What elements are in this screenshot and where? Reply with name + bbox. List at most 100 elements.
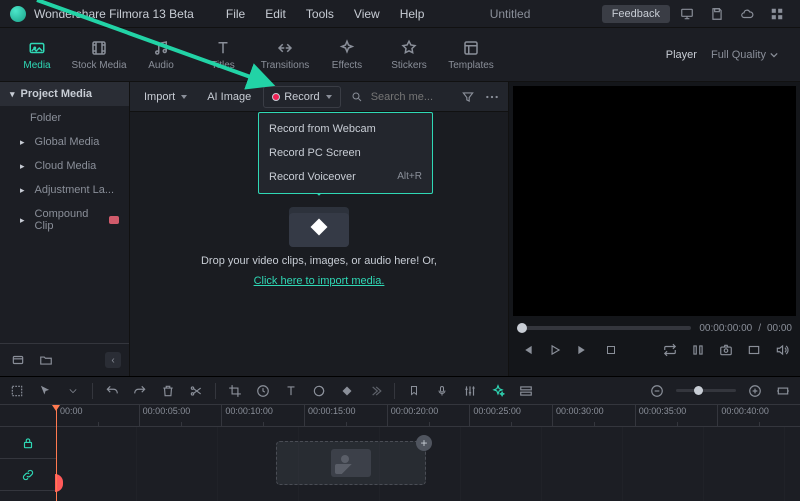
redo-icon[interactable]: [131, 382, 149, 400]
menu-tools[interactable]: Tools: [298, 3, 342, 25]
ai-tool-icon[interactable]: [489, 382, 507, 400]
search-icon: [351, 91, 363, 103]
zoom-in-icon[interactable]: [746, 382, 764, 400]
zoom-handle[interactable]: [694, 386, 703, 395]
mic-icon[interactable]: [433, 382, 451, 400]
crop-icon[interactable]: [226, 382, 244, 400]
display-icon[interactable]: [674, 1, 700, 27]
timeline-drop-target[interactable]: +: [276, 441, 426, 485]
record-screen-item[interactable]: Record PC Screen: [259, 141, 432, 165]
project-media-header[interactable]: ▾ Project Media: [0, 82, 129, 106]
tab-audio[interactable]: Audio: [132, 35, 190, 75]
more-icon[interactable]: [482, 87, 502, 107]
tab-media[interactable]: Media: [8, 35, 66, 75]
save-icon[interactable]: [704, 1, 730, 27]
more-tools-icon[interactable]: [366, 382, 384, 400]
tab-titles[interactable]: Titles: [194, 35, 252, 75]
tab-stock-media[interactable]: Stock Media: [70, 35, 128, 75]
undo-icon[interactable]: [103, 382, 121, 400]
lock-track-icon[interactable]: [0, 427, 56, 459]
track-display-icon[interactable]: [517, 382, 535, 400]
zoom-slider[interactable]: [676, 389, 736, 392]
play-icon[interactable]: [545, 340, 565, 360]
add-clip-icon[interactable]: +: [416, 435, 432, 451]
ai-image-button[interactable]: AI Image: [199, 87, 259, 107]
preview-panel: 00:00:00:00/00:00: [508, 82, 800, 376]
keyframe-icon[interactable]: [338, 382, 356, 400]
menu-bar: Wondershare Filmora 13 Beta File Edit To…: [0, 0, 800, 28]
sparkle-icon: [337, 39, 357, 57]
music-icon: [151, 39, 171, 57]
filter-icon[interactable]: [458, 87, 478, 107]
ruler-tick: 00:00:35:00: [635, 405, 718, 426]
ruler-tick: 00:00:25:00: [469, 405, 552, 426]
delete-icon[interactable]: [159, 382, 177, 400]
menu-help[interactable]: Help: [392, 3, 433, 25]
track-area[interactable]: +: [56, 427, 800, 501]
link-track-icon[interactable]: [0, 459, 56, 491]
record-dropdown: Record from Webcam Record PC Screen Reco…: [258, 112, 433, 194]
ratio-icon[interactable]: [744, 340, 764, 360]
folder-new-icon[interactable]: [36, 350, 56, 370]
import-button[interactable]: Import: [136, 87, 195, 107]
stop-icon[interactable]: [601, 340, 621, 360]
menu-view[interactable]: View: [346, 3, 388, 25]
sidebar-item-cloud[interactable]: ▸Cloud Media: [0, 154, 129, 178]
zoom-out-icon[interactable]: [648, 382, 666, 400]
record-voiceover-item[interactable]: Record VoiceoverAlt+R: [259, 165, 432, 189]
loop-icon[interactable]: [660, 340, 680, 360]
next-frame-icon[interactable]: [573, 340, 593, 360]
snapshot-icon[interactable]: [716, 340, 736, 360]
tab-templates[interactable]: Templates: [442, 35, 500, 75]
preview-canvas[interactable]: [513, 86, 796, 316]
timeline: 00:00 00:00:05:00 00:00:10:00 00:00:15:0…: [0, 376, 800, 501]
ruler-tick: 00:00:05:00: [139, 405, 222, 426]
new-badge: [109, 216, 119, 224]
menu-edit[interactable]: Edit: [257, 3, 294, 25]
scrub-handle[interactable]: [517, 323, 527, 333]
playhead[interactable]: [56, 405, 57, 501]
zoom-fit-icon[interactable]: [774, 382, 792, 400]
import-link[interactable]: Click here to import media.: [254, 275, 385, 287]
speed-icon[interactable]: [254, 382, 272, 400]
prev-frame-icon[interactable]: [517, 340, 537, 360]
color-icon[interactable]: [310, 382, 328, 400]
scrub-bar[interactable]: [517, 326, 691, 330]
tab-stickers[interactable]: Stickers: [380, 35, 438, 75]
marker-icon[interactable]: [405, 382, 423, 400]
cursor-tool-icon[interactable]: [36, 382, 54, 400]
text-tool-icon[interactable]: [282, 382, 300, 400]
tab-transitions[interactable]: Transitions: [256, 35, 314, 75]
sidebar-item-compound[interactable]: ▸Compound Clip: [0, 202, 129, 238]
select-tool-icon[interactable]: [8, 382, 26, 400]
record-button[interactable]: Record: [263, 86, 340, 108]
timeline-ruler[interactable]: 00:00 00:00:05:00 00:00:10:00 00:00:15:0…: [0, 405, 800, 427]
quality-dropdown[interactable]: Full Quality: [705, 47, 784, 63]
split-icon[interactable]: [187, 382, 205, 400]
volume-icon[interactable]: [772, 340, 792, 360]
cloud-icon[interactable]: [734, 1, 760, 27]
sidebar-item-global[interactable]: ▸Global Media: [0, 130, 129, 154]
markers-icon[interactable]: [688, 340, 708, 360]
project-name: Untitled: [490, 7, 531, 21]
apps-icon[interactable]: [764, 1, 790, 27]
text-icon: [213, 39, 233, 57]
menu-file[interactable]: File: [218, 3, 253, 25]
bin-icon[interactable]: [8, 350, 28, 370]
feedback-button[interactable]: Feedback: [602, 5, 670, 23]
record-webcam-item[interactable]: Record from Webcam: [259, 117, 432, 141]
app-title: Wondershare Filmora 13 Beta: [34, 7, 194, 21]
main-tabs: Media Stock Media Audio Titles Transitio…: [0, 28, 800, 82]
caret-right-icon: ▸: [20, 161, 25, 172]
sidebar-item-folder[interactable]: Folder: [0, 106, 129, 130]
timecode-current: 00:00:00:00: [699, 323, 752, 334]
tab-effects[interactable]: Effects: [318, 35, 376, 75]
dropdown-icon[interactable]: [64, 382, 82, 400]
chevron-down-icon: [770, 51, 778, 59]
folder-graphic: [289, 201, 349, 247]
sidebar-item-adjustment[interactable]: ▸Adjustment La...: [0, 178, 129, 202]
mixer-icon[interactable]: [461, 382, 479, 400]
search-input[interactable]: [369, 90, 439, 104]
collapse-sidebar-button[interactable]: ‹: [105, 352, 121, 368]
caret-down-icon: ▾: [10, 89, 15, 100]
